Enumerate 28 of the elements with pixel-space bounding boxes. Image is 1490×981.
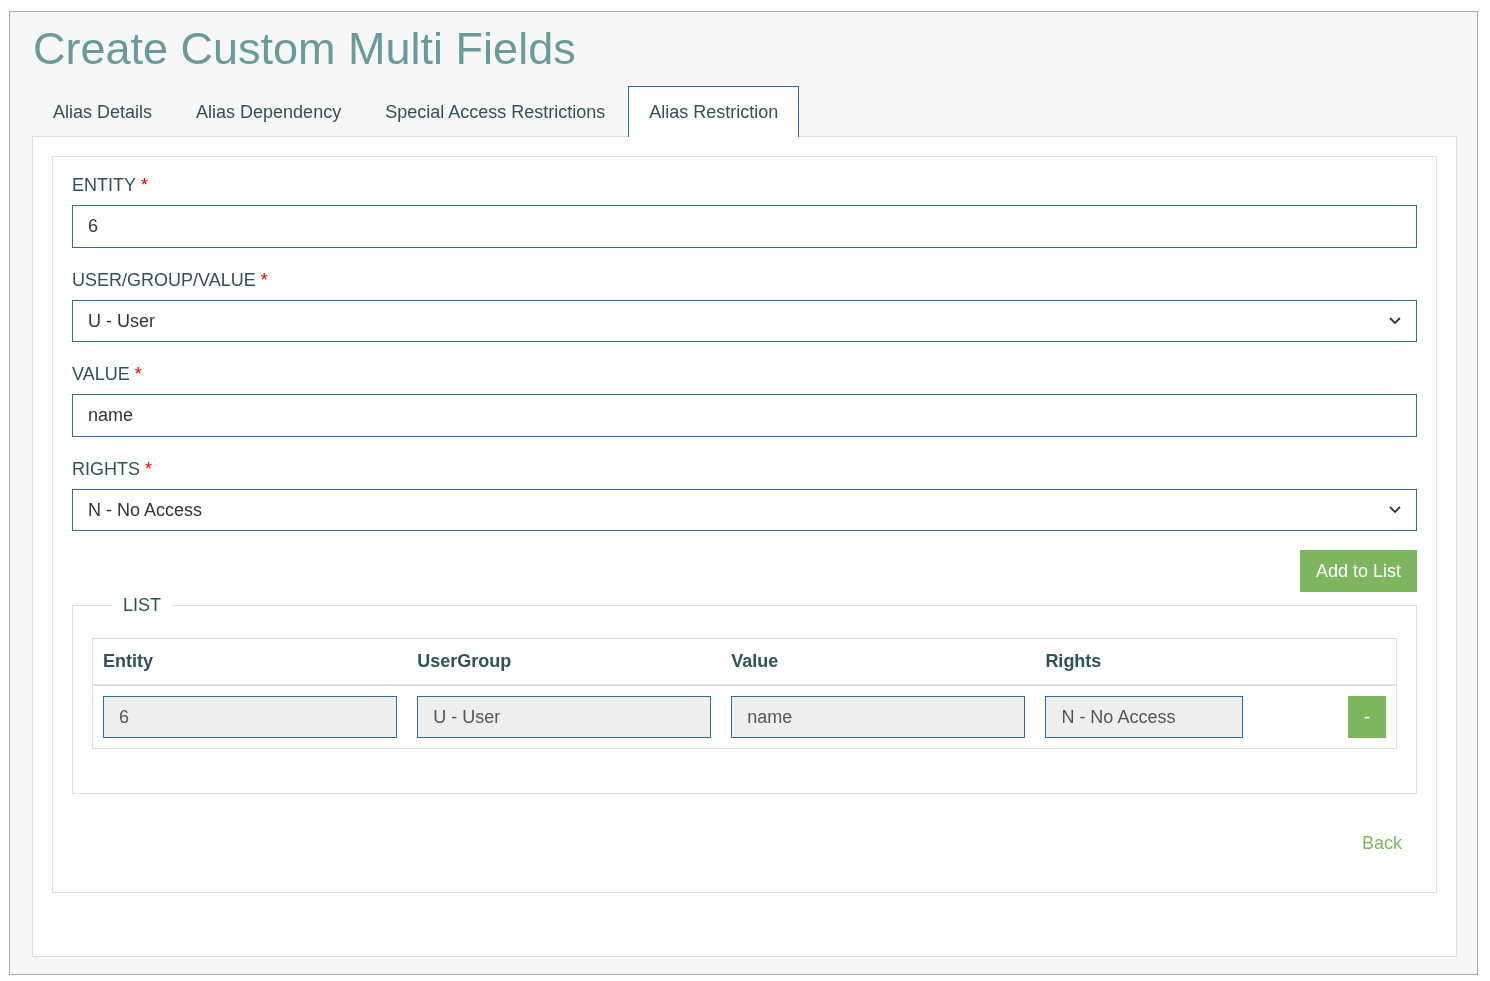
tab[interactable]: Special Access Restrictions <box>364 86 627 137</box>
readonly-field[interactable]: N - No Access <box>1045 696 1244 738</box>
page-title: Create Custom Multi Fields <box>33 24 576 74</box>
column-header: Rights <box>1035 638 1277 685</box>
select-field[interactable]: U - User <box>72 300 1417 342</box>
readonly-field[interactable]: U - User <box>417 696 712 738</box>
field-label: VALUE <box>72 364 130 384</box>
column-header: Value <box>721 638 1036 685</box>
input-field[interactable]: 6 <box>72 205 1417 248</box>
required-mark: * <box>260 270 268 290</box>
field-label: RIGHTS <box>72 459 140 479</box>
readonly-field[interactable]: name <box>731 696 1026 738</box>
input-field[interactable]: name <box>72 394 1417 437</box>
field-label: ENTITY <box>72 175 136 195</box>
required-mark: * <box>141 175 149 195</box>
list-legend: LIST <box>112 595 172 616</box>
chevron-down-icon <box>1389 317 1401 325</box>
tab[interactable]: Alias Restriction <box>628 86 800 137</box>
required-mark: * <box>145 459 153 479</box>
tab[interactable]: Alias Dependency <box>175 86 363 137</box>
field-label: USER/GROUP/VALUE <box>72 270 256 290</box>
required-mark: * <box>134 364 142 384</box>
column-header: Entity <box>92 638 408 685</box>
select-field[interactable]: N - No Access <box>72 489 1417 531</box>
tab[interactable]: Alias Details <box>32 86 174 137</box>
chevron-down-icon <box>1389 506 1401 514</box>
readonly-field[interactable]: 6 <box>103 696 398 738</box>
column-header: UserGroup <box>407 638 722 685</box>
